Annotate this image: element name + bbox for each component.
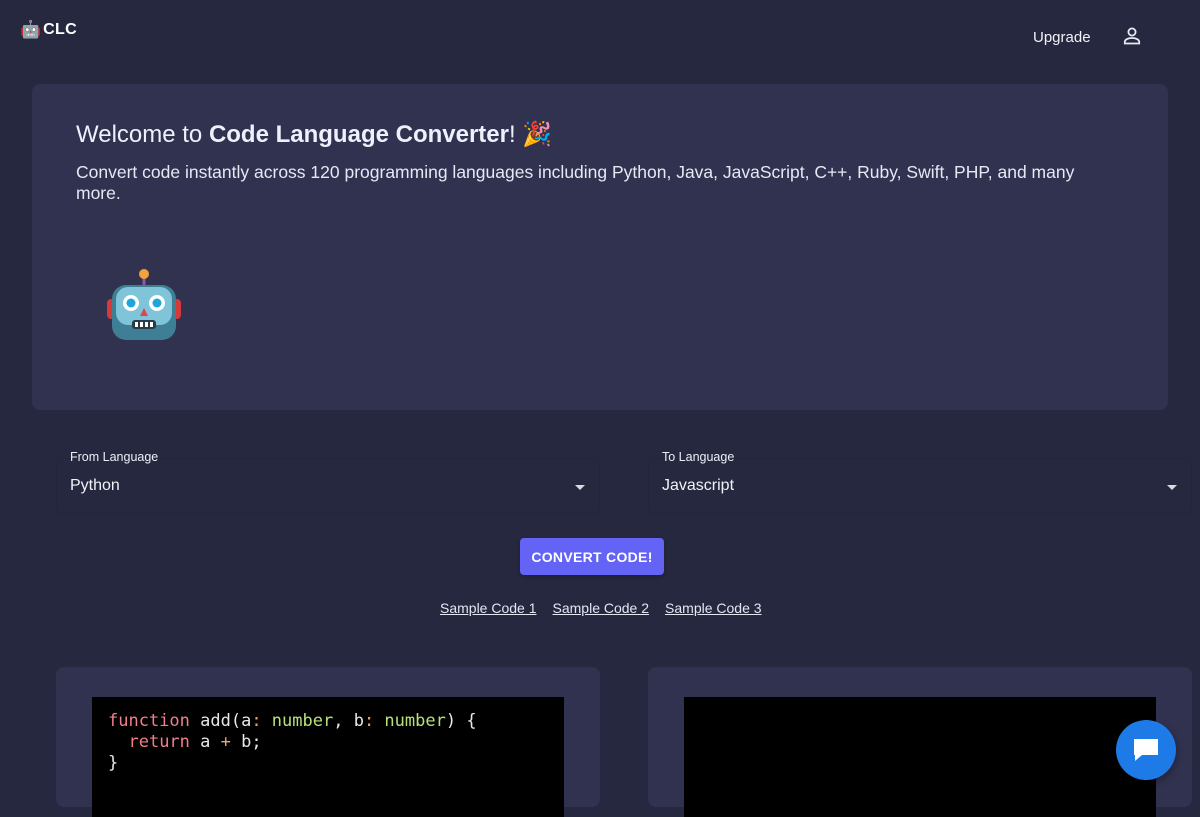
code-line-1: function add(a: number, b: number) {: [108, 711, 477, 731]
logo[interactable]: 🤖 CLC: [20, 20, 77, 40]
robot-logo-icon: 🤖: [20, 20, 42, 39]
hero-subtitle: Convert code instantly across 120 progra…: [76, 162, 1075, 203]
sample-code-1-link[interactable]: Sample Code 1: [440, 600, 537, 616]
input-code-panel: function add(a: number, b: number) { ret…: [56, 667, 600, 817]
sample-links: Sample Code 1 Sample Code 2 Sample Code …: [440, 600, 762, 616]
robot-icon: [104, 267, 184, 347]
page-title: Welcome to Code Language Converter! 🎉: [76, 121, 553, 148]
output-code-editor[interactable]: [684, 697, 1156, 817]
output-code-panel: [648, 667, 1192, 817]
from-language-value: Python: [70, 477, 120, 494]
sample-code-3-link[interactable]: Sample Code 3: [665, 600, 762, 616]
chat-widget-button[interactable]: [1116, 720, 1176, 780]
sample-code-2-link[interactable]: Sample Code 2: [553, 600, 650, 616]
from-language-select[interactable]: Python: [56, 458, 600, 514]
to-language-field: Javascript To Language: [648, 448, 1192, 514]
to-language-label: To Language: [662, 450, 735, 464]
to-language-value: Javascript: [662, 477, 735, 494]
chevron-down-icon: [575, 485, 585, 490]
from-language-label: From Language: [70, 450, 159, 464]
code-content: function add(a: number, b: number) { ret…: [108, 711, 477, 774]
logo-text: CLC: [43, 21, 77, 38]
top-bar: 🤖 CLC Upgrade: [0, 0, 1200, 72]
upgrade-link[interactable]: Upgrade: [1033, 29, 1091, 46]
chat-bubble-icon: [1134, 739, 1158, 761]
code-line-3: }: [108, 753, 119, 773]
chevron-down-icon: [1167, 485, 1177, 490]
welcome-card: Welcome to Code Language Converter! 🎉 Co…: [32, 84, 1168, 410]
convert-code-button[interactable]: CONVERT CODE!: [520, 538, 664, 575]
user-icon[interactable]: [1120, 24, 1144, 48]
from-language-field: Python From Language: [56, 448, 600, 514]
to-language-select[interactable]: Javascript: [648, 458, 1192, 514]
code-line-2: return a + b;: [128, 732, 262, 752]
input-code-editor[interactable]: function add(a: number, b: number) { ret…: [92, 697, 564, 817]
